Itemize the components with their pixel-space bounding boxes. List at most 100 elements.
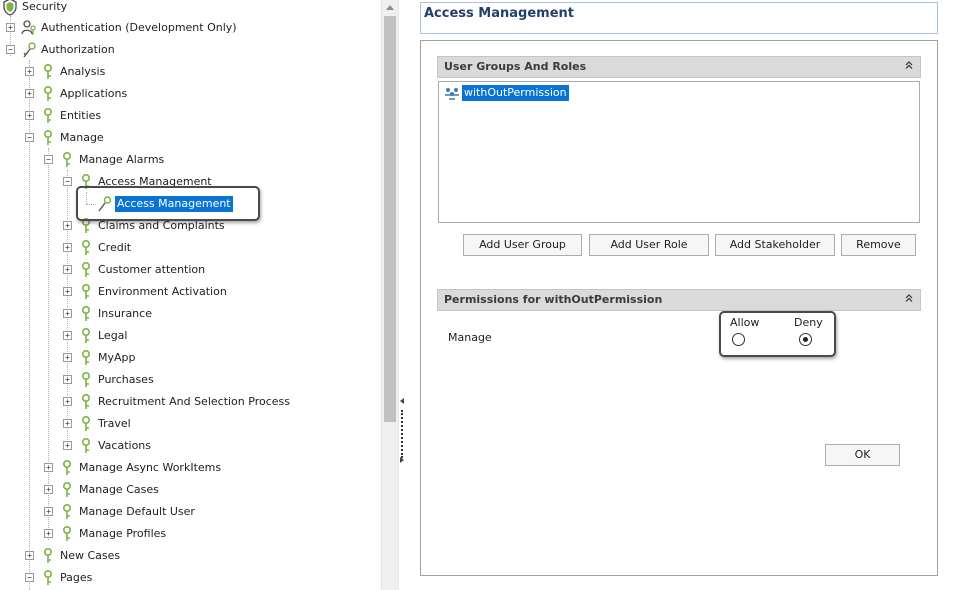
tree-node-entities[interactable]: + Entities [0,105,381,127]
scroll-up-arrow-icon[interactable] [386,5,394,10]
collapse-icon[interactable]: − [6,45,15,54]
tree-node-label: Manage Default User [79,505,195,518]
lock-key-icon [78,239,94,257]
user-groups-list[interactable]: withOutPermission [438,81,920,223]
expand-icon[interactable]: + [63,353,72,362]
tree-node-alarm[interactable]: + Vacations [0,435,381,457]
lock-key-icon [40,569,56,587]
expand-icon[interactable]: + [63,419,72,428]
panel-splitter[interactable] [398,0,405,590]
tree-node-authorization[interactable]: − Authorization [0,39,381,61]
expand-icon[interactable]: + [6,23,15,32]
tree-node-security[interactable]: Security [0,0,381,18]
expand-icon[interactable]: + [63,221,72,230]
expand-icon[interactable]: + [44,463,53,472]
ok-button[interactable]: OK [825,444,900,466]
allow-radio[interactable] [732,333,745,346]
collapse-icon[interactable]: − [63,177,72,186]
tree-node-access-management-selected[interactable]: Access Management [0,193,381,215]
expand-icon[interactable]: + [63,287,72,296]
tree-node-manage-item[interactable]: + Manage Async WorkItems [0,457,381,479]
expand-icon[interactable]: + [63,243,72,252]
tree-node-manage-item[interactable]: + Manage Profiles [0,523,381,545]
remove-button[interactable]: Remove [841,234,916,256]
expand-icon[interactable]: + [63,441,72,450]
expand-icon[interactable]: + [63,331,72,340]
lock-key-icon [78,437,94,455]
tree-node-applications[interactable]: + Applications [0,83,381,105]
splitter-grip-icon [401,410,403,458]
tree-node-label: Manage Cases [79,483,159,496]
tree-node-label: Credit [98,241,132,254]
tree-node-access-management-folder[interactable]: − Access Management [0,171,381,193]
expand-icon[interactable]: + [63,397,72,406]
expand-icon[interactable]: + [63,265,72,274]
deny-radio[interactable] [799,333,812,346]
tree-node-alarm[interactable]: + Claims and Complaints [0,215,381,237]
expand-icon[interactable]: + [44,485,53,494]
collapse-icon[interactable]: − [44,155,53,164]
tree-node-manage-item[interactable]: + Manage Cases [0,479,381,501]
tree-node-label: Authentication (Development Only) [41,21,237,34]
tree-node-alarm[interactable]: + Insurance [0,303,381,325]
key-icon [21,41,37,59]
expand-icon[interactable]: + [44,529,53,538]
tree-node-alarm[interactable]: + Purchases [0,369,381,391]
lock-key-icon [78,349,94,367]
tree-node-alarm[interactable]: + MyApp [0,347,381,369]
expand-icon[interactable]: + [44,507,53,516]
security-tree[interactable]: Security + Authentication (Development O… [0,0,381,590]
expand-icon[interactable]: + [63,309,72,318]
lock-key-icon [59,503,75,521]
tree-node-manage[interactable]: − Manage [0,127,381,149]
tree-node-alarm[interactable]: + Credit [0,237,381,259]
lock-key-icon [78,283,94,301]
tree-node-label: Access Management [98,175,212,188]
collapse-icon[interactable]: − [25,573,34,582]
expand-icon[interactable]: + [63,375,72,384]
add-user-role-button[interactable]: Add User Role [589,234,709,256]
tree-scrollbar[interactable] [381,0,398,590]
tree-node-label: Claims and Complaints [98,219,225,232]
tree-node-alarm[interactable]: + Environment Activation [0,281,381,303]
lock-key-icon [59,459,75,477]
tree-node-alarm[interactable]: + Recruitment And Selection Process [0,391,381,413]
expand-icon[interactable]: + [25,551,34,560]
radio-selected-dot [803,337,808,342]
collapse-section-icon[interactable] [902,60,916,74]
expand-icon[interactable]: + [25,67,34,76]
add-stakeholder-button[interactable]: Add Stakeholder [715,234,835,256]
tree-node-analysis[interactable]: + Analysis [0,61,381,83]
user-groups-header: User Groups And Roles [437,56,921,78]
expand-icon[interactable]: + [25,111,34,120]
tree-node-new-cases[interactable]: + New Cases [0,545,381,567]
permission-key-icon [97,195,113,213]
lock-key-icon [78,305,94,323]
panel-title-bar: Access Management [420,2,938,34]
lock-key-icon [40,85,56,103]
collapse-icon[interactable]: − [25,133,34,142]
tree-node-alarm[interactable]: + Customer attention [0,259,381,281]
splitter-left-arrow-icon[interactable] [400,398,404,404]
tree-node-authentication[interactable]: + Authentication (Development Only) [0,17,381,39]
tree-node-manage-alarms[interactable]: − Manage Alarms [0,149,381,171]
tree-node-label: Manage [60,131,104,144]
scroll-thumb[interactable] [384,16,396,422]
user-group-icon [444,86,460,100]
user-key-icon [21,19,37,37]
permission-name: Manage [448,331,492,344]
lock-key-icon [78,371,94,389]
expand-icon[interactable]: + [25,89,34,98]
tree-node-label: Vacations [98,439,152,452]
tree-node-manage-item[interactable]: + Manage Default User [0,501,381,523]
add-user-group-button[interactable]: Add User Group [463,234,582,256]
tree-node-pages[interactable]: − Pages [0,567,381,589]
tree-node-label: Legal [98,329,128,342]
tree-node-label: Insurance [98,307,152,320]
tree-node-label: MyApp [98,351,136,364]
splitter-right-arrow-icon[interactable] [400,457,404,463]
collapse-section-icon[interactable] [902,293,916,307]
tree-node-label: Manage Alarms [79,153,165,166]
tree-node-alarm[interactable]: + Legal [0,325,381,347]
tree-node-alarm[interactable]: + Travel [0,413,381,435]
